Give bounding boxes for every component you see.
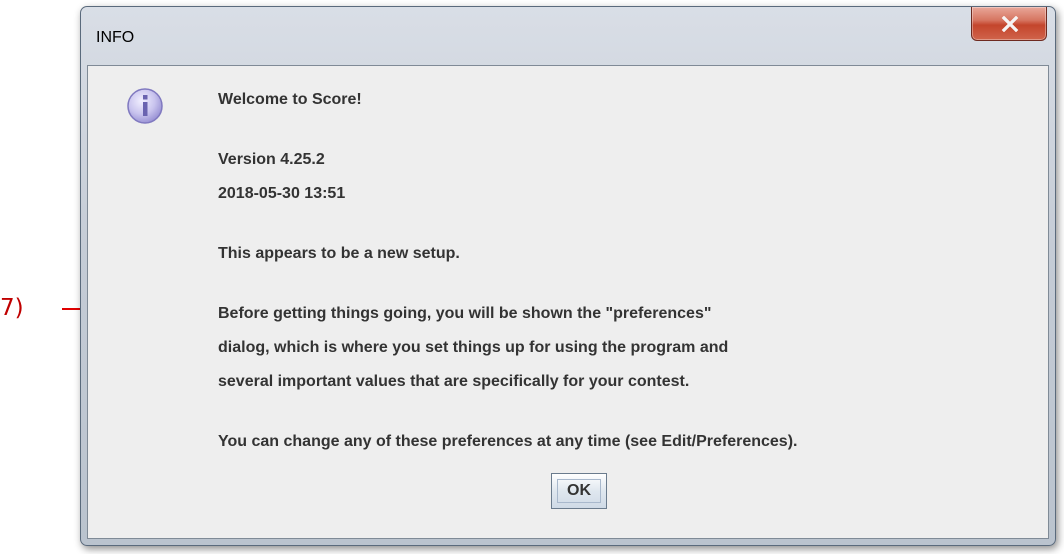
info-dialog-window: INFO Welcome to Score! Version 4.25.2 20… [80, 6, 1056, 546]
preferences-line-2: dialog, which is where you set things up… [218, 339, 729, 356]
title-bar[interactable]: INFO [81, 7, 1055, 65]
new-setup-line: This appears to be a new setup. [218, 245, 460, 262]
ok-button[interactable]: OK [551, 473, 607, 509]
build-date-line: 2018-05-30 13:51 [218, 185, 346, 202]
preferences-line-1: Before getting things going, you will be… [218, 305, 712, 322]
close-x-icon [1001, 16, 1019, 32]
change-preferences-line: You can change any of these preferences … [218, 433, 798, 450]
ok-button-label: OK [557, 479, 601, 503]
preferences-line-3: several important values that are specif… [218, 373, 690, 390]
close-button[interactable] [971, 7, 1047, 41]
version-line: Version 4.25.2 [218, 151, 325, 168]
dialog-content: Welcome to Score! Version 4.25.2 2018-05… [87, 65, 1049, 539]
screenshot-stage: 7) INFO Welcome to Score! Version 4.25.2… [0, 0, 1064, 554]
window-title: INFO [96, 29, 135, 46]
step-annotation-label: 7) [0, 295, 24, 321]
welcome-line: Welcome to Score! [218, 91, 362, 108]
info-icon [127, 88, 163, 124]
